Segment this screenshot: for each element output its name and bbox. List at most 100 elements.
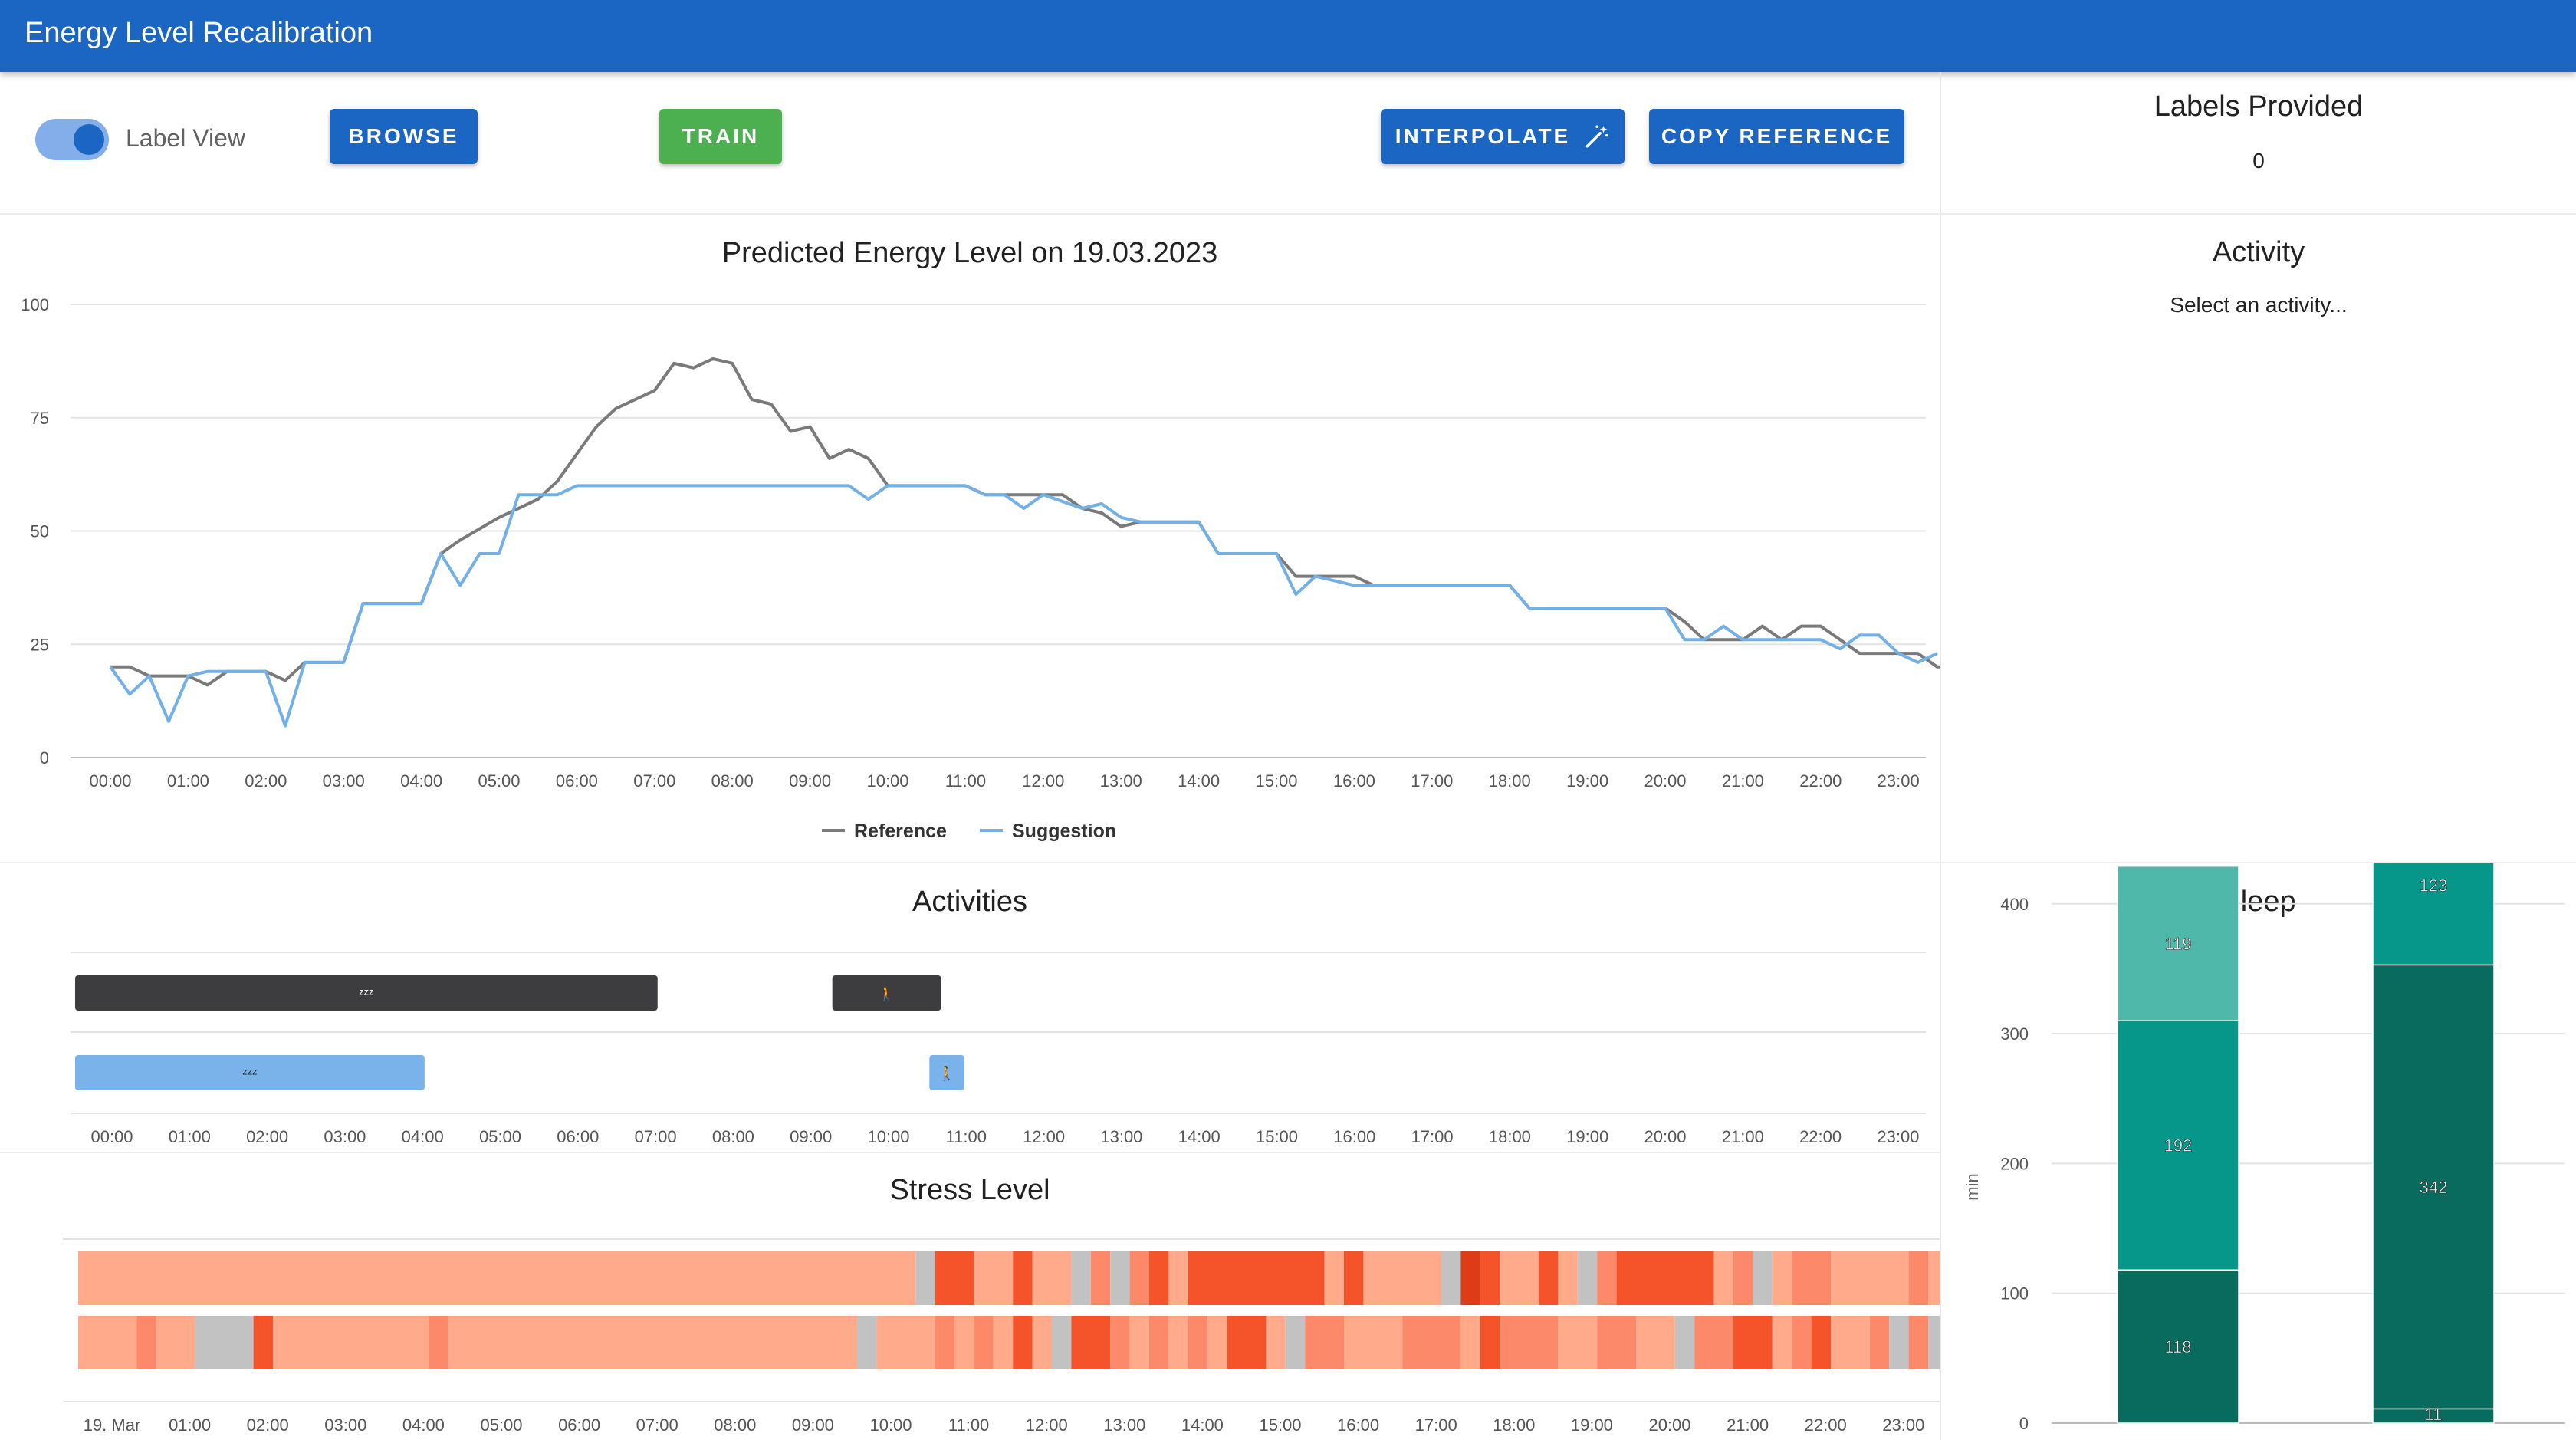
stress-cell-suggestion[interactable] [1110, 1316, 1130, 1369]
copy-reference-button[interactable]: COPY REFERENCE [1649, 109, 1904, 164]
stress-cell-suggestion[interactable] [78, 1316, 137, 1369]
stress-cell-suggestion[interactable] [1869, 1316, 1890, 1369]
stress-cell-reference[interactable] [1168, 1251, 1188, 1305]
stress-cell-reference[interactable] [1090, 1251, 1111, 1305]
legend-reference-label[interactable]: Reference [854, 820, 947, 842]
stress-cell-suggestion[interactable] [1636, 1316, 1675, 1369]
energy-x-tick-label: 08:00 [711, 771, 754, 791]
stress-cell-suggestion[interactable] [876, 1316, 935, 1369]
stress-cell-suggestion[interactable] [253, 1316, 273, 1369]
stress-cell-suggestion[interactable] [1013, 1316, 1033, 1369]
activities-chart[interactable]: Activities ᶻᶻᶻ 🚶 ᶻᶻᶻ 🚶 00:00 01:00 02:00 03:00… [0, 863, 1940, 1152]
stress-cell-suggestion[interactable] [857, 1316, 877, 1369]
stress-cell-reference[interactable] [1577, 1251, 1598, 1305]
stress-x-tick-label: 02:00 [247, 1415, 289, 1435]
stress-cell-suggestion[interactable] [1149, 1316, 1169, 1369]
stress-cell-reference[interactable] [1110, 1251, 1130, 1305]
stress-cell-reference[interactable] [1558, 1251, 1578, 1305]
stress-cell-suggestion[interactable] [1266, 1316, 1286, 1369]
activities-x-tick-label: 23:00 [1877, 1127, 1919, 1146]
stress-cell-suggestion[interactable] [1597, 1316, 1636, 1369]
stress-cell-suggestion[interactable] [1208, 1316, 1227, 1369]
stress-cell-reference[interactable] [1480, 1251, 1500, 1305]
stress-cell-reference[interactable] [1071, 1251, 1091, 1305]
stress-cell-suggestion[interactable] [1500, 1316, 1559, 1369]
stress-cell-suggestion[interactable] [1558, 1316, 1598, 1369]
energy-x-tick-label: 06:00 [556, 771, 598, 791]
train-button[interactable]: TRAIN [659, 109, 782, 164]
stress-cell-reference[interactable] [1714, 1251, 1733, 1305]
stress-cell-reference[interactable] [915, 1251, 935, 1305]
stress-cell-suggestion[interactable] [273, 1316, 429, 1369]
label-view-toggle[interactable] [35, 117, 112, 163]
stress-cell-suggestion[interactable] [1674, 1316, 1695, 1369]
stress-cell-suggestion[interactable] [195, 1316, 254, 1369]
stress-x-tick-label: 12:00 [1026, 1415, 1068, 1435]
stress-cell-reference[interactable] [1733, 1251, 1753, 1305]
stress-cell-suggestion[interactable] [1032, 1316, 1052, 1369]
app-title: Energy Level Recalibration [25, 17, 373, 49]
stress-cell-suggestion[interactable] [1071, 1316, 1111, 1369]
stress-cell-suggestion[interactable] [993, 1316, 1014, 1369]
stress-cell-suggestion[interactable] [1928, 1316, 1940, 1369]
stress-cell-reference[interactable] [1441, 1251, 1461, 1305]
stress-cell-reference[interactable] [1188, 1251, 1325, 1305]
stress-cell-suggestion[interactable] [974, 1316, 994, 1369]
stress-cell-suggestion[interactable] [448, 1316, 857, 1369]
stress-cell-suggestion[interactable] [1908, 1316, 1928, 1369]
stress-cell-suggestion[interactable] [1694, 1316, 1733, 1369]
stress-cell-reference[interactable] [1831, 1251, 1909, 1305]
stress-cell-reference[interactable] [1460, 1251, 1480, 1305]
stress-cell-reference[interactable] [1597, 1251, 1617, 1305]
stress-cell-reference[interactable] [1013, 1251, 1033, 1305]
energy-series-suggestion-line[interactable] [109, 484, 1938, 728]
stress-cell-suggestion[interactable] [136, 1316, 156, 1369]
legend-suggestion-label[interactable]: Suggestion [1012, 820, 1116, 842]
stress-cell-suggestion[interactable] [1129, 1316, 1149, 1369]
stress-cell-suggestion[interactable] [1227, 1316, 1267, 1369]
stress-cell-suggestion[interactable] [1772, 1316, 1792, 1369]
stress-cell-reference[interactable] [1772, 1251, 1792, 1305]
stress-cell-reference[interactable] [935, 1251, 974, 1305]
stress-cell-suggestion[interactable] [1831, 1316, 1870, 1369]
stress-cell-suggestion[interactable] [156, 1316, 196, 1369]
stress-cell-reference[interactable] [1908, 1251, 1928, 1305]
sleep-chart[interactable]: Sleep min 0100200300400500600 0118192119… [1941, 863, 2576, 1440]
stress-cell-reference[interactable] [78, 1251, 916, 1305]
stress-cell-reference[interactable] [1753, 1251, 1773, 1305]
stress-cell-reference[interactable] [1539, 1251, 1559, 1305]
stress-cell-suggestion[interactable] [1733, 1316, 1773, 1369]
stress-cell-reference[interactable] [1792, 1251, 1831, 1305]
stress-cell-suggestion[interactable] [1052, 1316, 1072, 1369]
stress-cell-reference[interactable] [1324, 1251, 1344, 1305]
stress-cell-suggestion[interactable] [1811, 1316, 1831, 1369]
stress-cell-suggestion[interactable] [1285, 1316, 1306, 1369]
stress-cell-reference[interactable] [1149, 1251, 1169, 1305]
stress-cell-suggestion[interactable] [1792, 1316, 1812, 1369]
stress-cell-suggestion[interactable] [1460, 1316, 1480, 1369]
stress-cell-suggestion[interactable] [1188, 1316, 1208, 1369]
stress-cell-reference[interactable] [1129, 1251, 1149, 1305]
stress-cell-suggestion[interactable] [935, 1316, 955, 1369]
browse-button[interactable]: BROWSE [330, 109, 478, 164]
stress-cell-suggestion[interactable] [1305, 1316, 1344, 1369]
stress-cell-reference[interactable] [974, 1251, 1014, 1305]
stress-cell-suggestion[interactable] [955, 1316, 974, 1369]
stress-cell-reference[interactable] [1363, 1251, 1441, 1305]
stress-cell-reference[interactable] [1344, 1251, 1364, 1305]
stress-cell-suggestion[interactable] [1168, 1316, 1188, 1369]
stress-cell-reference[interactable] [1928, 1251, 1940, 1305]
stress-cell-reference[interactable] [1500, 1251, 1539, 1305]
stress-cell-suggestion[interactable] [1889, 1316, 1909, 1369]
stress-cell-suggestion[interactable] [1480, 1316, 1500, 1369]
energy-series-reference-line[interactable] [110, 357, 1940, 687]
stress-cell-suggestion[interactable] [1402, 1316, 1461, 1369]
stress-cell-reference[interactable] [1616, 1251, 1714, 1305]
energy-chart[interactable]: Predicted Energy Level on 19.03.2023 0 25… [0, 215, 1940, 862]
stress-chart[interactable]: Stress Level 19. Mar 01:00 02:00 03:00 04:00… [0, 1153, 1940, 1440]
interpolate-button[interactable]: INTERPOLATE [1381, 109, 1625, 164]
stress-cell-suggestion[interactable] [429, 1316, 449, 1369]
stress-cell-reference[interactable] [1032, 1251, 1072, 1305]
stress-x-tick-label: 21:00 [1727, 1415, 1769, 1435]
stress-cell-suggestion[interactable] [1344, 1316, 1403, 1369]
